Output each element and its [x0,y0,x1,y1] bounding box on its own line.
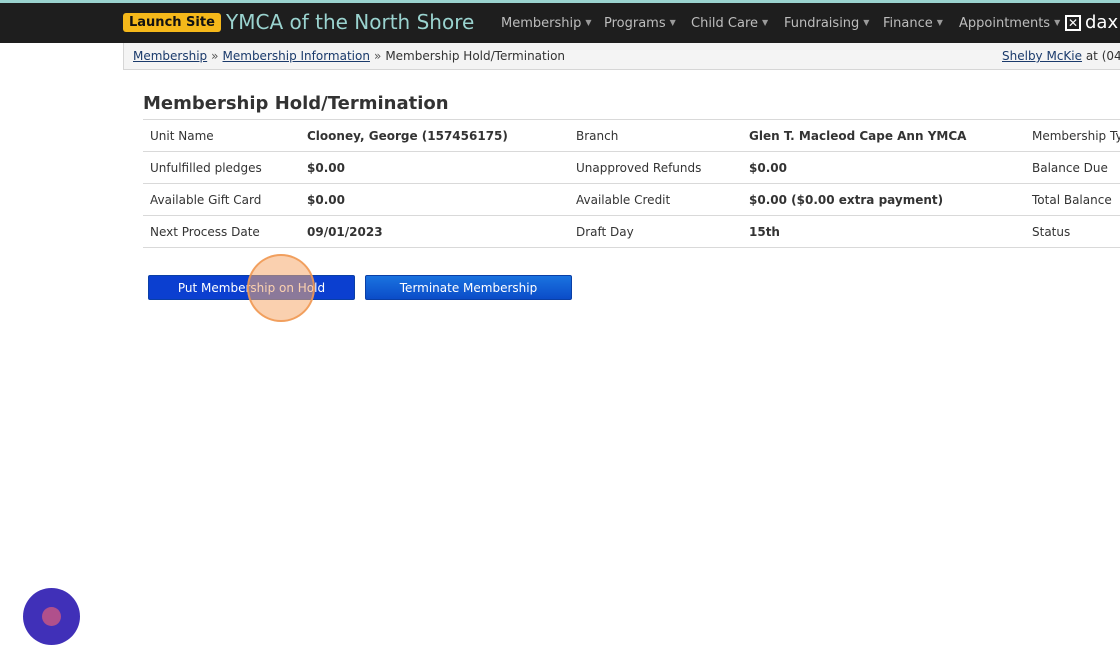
nav-finance[interactable]: Finance ▼ [883,14,943,33]
info-value: 15th [749,224,780,239]
caret-down-icon: ▼ [669,18,676,27]
terminate-membership-button[interactable]: Terminate Membership [365,275,572,300]
info-label: Unfulfilled pledges [150,160,262,175]
breadcrumb: Membership» Membership Information» Member… [133,43,565,69]
info-value: Glen T. Macleod Cape Ann YMCA [749,128,967,143]
nav-label: Membership [501,16,582,31]
table-row: Next Process Date 09/01/2023 Draft Day 1… [143,215,1120,248]
user-info: Shelby McKie at (04) [1002,43,1120,69]
nav-membership[interactable]: Membership ▼ [501,14,592,33]
site-title[interactable]: YMCA of the North Shore [226,8,474,36]
chat-icon [42,607,61,626]
chat-launcher-button[interactable] [23,588,80,645]
breadcrumb-separator: » [373,49,382,63]
info-value: $0.00 [307,160,345,175]
nav-fundraising[interactable]: Fundraising ▼ [784,14,869,33]
membership-info-table: Unit Name Clooney, George (157456175) Br… [143,119,1120,248]
info-label: Status [1032,224,1071,239]
table-row: Unfulfilled pledges $0.00 Unapproved Ref… [143,151,1120,184]
nav-label: Child Care [691,16,759,31]
nav-label: Fundraising [784,16,860,31]
info-label: Unapproved Refunds [576,160,702,175]
info-value: 09/01/2023 [307,224,383,239]
info-label: Next Process Date [150,224,260,239]
top-navigation-bar: Launch Site YMCA of the North Shore Memb… [0,0,1120,43]
info-label: Unit Name [150,128,214,143]
nav-label: Finance [883,16,933,31]
info-label: Available Credit [576,192,671,207]
info-value: Clooney, George (157456175) [307,128,508,143]
launch-site-button[interactable]: Launch Site [123,13,221,32]
nav-label: Appointments [959,16,1051,31]
info-label: Total Balance [1032,192,1112,207]
page-title: Membership Hold/Termination [143,93,449,114]
breadcrumb-separator: » [211,49,219,63]
info-label: Available Gift Card [150,192,262,207]
breadcrumb-current: Membership Hold/Termination [385,49,566,63]
info-label: Draft Day [576,224,634,239]
daxko-x-icon: ✕ [1065,15,1081,31]
caret-down-icon: ▼ [863,18,870,27]
info-label: Membership Type [1032,128,1120,143]
caret-down-icon: ▼ [585,18,592,27]
breadcrumb-membership-information[interactable]: Membership Information [223,49,370,63]
caret-down-icon: ▼ [1054,18,1061,27]
nav-programs[interactable]: Programs ▼ [604,14,676,33]
info-label: Branch [576,128,619,143]
nav-appointments[interactable]: Appointments ▼ [959,14,1060,33]
info-value: $0.00 [307,192,345,207]
user-link[interactable]: Shelby McKie [1002,49,1082,63]
info-label: Balance Due [1032,160,1108,175]
table-row: Available Gift Card $0.00 Available Cred… [143,183,1120,216]
info-value: $0.00 [749,160,787,175]
user-location: at (04) [1085,49,1120,63]
daxko-logo[interactable]: ✕ dax [1065,12,1118,34]
put-membership-on-hold-button[interactable]: Put Membership on Hold [148,275,355,300]
table-row: Unit Name Clooney, George (157456175) Br… [143,119,1120,152]
caret-down-icon: ▼ [762,18,769,27]
nav-child-care[interactable]: Child Care ▼ [691,14,768,33]
breadcrumb-membership[interactable]: Membership [133,49,207,63]
nav-label: Programs [604,16,666,31]
breadcrumb-bar: Membership» Membership Information» Member… [123,43,1120,70]
logo-text: dax [1085,12,1119,33]
caret-down-icon: ▼ [936,18,943,27]
info-value: $0.00 ($0.00 extra payment) [749,192,944,207]
